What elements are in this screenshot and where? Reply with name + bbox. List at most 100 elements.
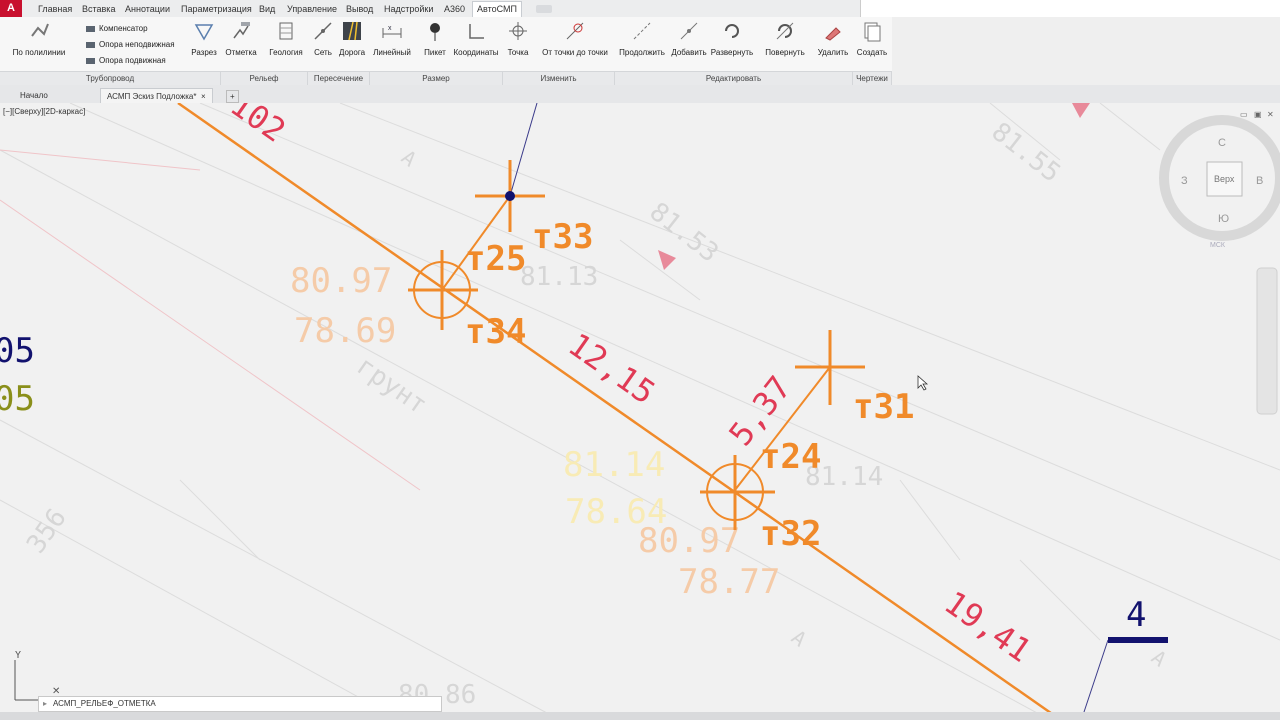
lineyny-label: Линейный (373, 48, 411, 57)
opora-nepodvizhnaya-label: Опора неподвижная (99, 40, 175, 49)
left-label-05-navy: 05 (0, 331, 35, 371)
lineyny-button[interactable]: x Линейный (370, 20, 414, 70)
kompensator-label: Компенсатор (99, 24, 148, 33)
set-label: Сеть (314, 48, 332, 57)
close-tab-icon[interactable]: × (201, 92, 206, 101)
app-logo: A (7, 2, 15, 14)
panel-title-peresechenie: Пересечение (308, 71, 370, 86)
viewcube-s[interactable]: Ю (1218, 213, 1229, 225)
ribbon-tab-insert[interactable]: Вставка (82, 2, 115, 16)
tochka-button[interactable]: Точка (505, 20, 531, 70)
ucs-y-label: Y (15, 650, 21, 661)
opora-podvizhnaya-button[interactable]: Опора подвижная (86, 55, 166, 66)
po-polilinii-button[interactable]: По полилинии (6, 20, 72, 70)
dobavit-label: Добавить (671, 48, 707, 57)
elevation-mark-icon (233, 22, 250, 39)
ribbon-tab-avtosmp[interactable]: АвтоСМП (472, 1, 522, 17)
tochka-label: Точка (507, 48, 529, 57)
viewcube-e[interactable]: В (1256, 175, 1263, 187)
new-tab-button[interactable]: + (226, 90, 239, 103)
viewport-restore-icon[interactable]: ▣ (1254, 110, 1262, 119)
document-tab-bar: Начало АСМП Эскиз Подложка* × + (0, 85, 1280, 104)
ribbon-tab-manage[interactable]: Управление (287, 2, 337, 16)
prodolzhit-button[interactable]: Продолжить (616, 20, 668, 70)
ribbon-tab-parametric[interactable]: Параметризация (181, 2, 252, 16)
opora-podvizhnaya-label: Опора подвижная (99, 56, 166, 65)
reverse-icon (725, 24, 739, 38)
section-icon (194, 24, 214, 41)
panel-title-razmer: Размер (370, 71, 503, 86)
info-center-area (860, 0, 1280, 17)
command-line-text: АСМП_РЕЛЬЕФ_ОТМЕТКА (53, 699, 156, 708)
opora-nepodvizhnaya-button[interactable]: Опора неподвижная (86, 39, 175, 50)
povernut-label: Повернуть (765, 48, 805, 57)
viewport-minimize-icon[interactable]: ▭ (1240, 110, 1248, 119)
elev-7877: 78.77 (678, 562, 780, 602)
otmetka-button[interactable]: Отметка (222, 20, 260, 70)
section-label-4: 4 (1126, 595, 1146, 635)
doc-tab-active[interactable]: АСМП Эскиз Подложка* × (100, 88, 213, 104)
geology-icon (279, 22, 293, 40)
elev-7864: 78.64 (565, 492, 667, 532)
ribbon-tab-home[interactable]: Главная (38, 2, 72, 16)
road-icon (343, 21, 361, 41)
geologiya-button[interactable]: Геология (265, 20, 307, 70)
command-line[interactable]: ▸ АСМП_РЕЛЬЕФ_ОТМЕТКА (38, 696, 442, 712)
viewcube-w[interactable]: З (1181, 175, 1188, 187)
panel-title-truboprovod: Трубопровод (0, 71, 221, 86)
add-segment-icon (680, 22, 698, 40)
doroga-label: Дорога (338, 48, 366, 57)
povernut-button[interactable]: Повернуть (762, 20, 808, 70)
piket-label: Пикет (424, 48, 446, 57)
piket-button[interactable]: Пикет (422, 20, 448, 70)
viewcube-n[interactable]: С (1218, 137, 1226, 149)
viewport-close-icon[interactable]: ✕ (1267, 110, 1274, 119)
doroga-button[interactable]: Дорога (336, 20, 368, 70)
label-m33: т33 (532, 217, 593, 257)
ribbon-tab-view[interactable]: Вид (259, 2, 275, 16)
viewcube-wcs[interactable]: МСК (1210, 242, 1226, 249)
udalit-button[interactable]: Удалить (814, 20, 852, 70)
coordinates-icon (469, 24, 484, 39)
command-prompt-icon: ▸ (43, 699, 48, 708)
geologiya-label: Геология (269, 48, 303, 57)
ribbon-tab-a360[interactable]: А360 (444, 2, 465, 16)
sozdat-button[interactable]: Создать (854, 20, 890, 70)
udalit-label: Удалить (817, 48, 849, 57)
ribbon-tab-bar: A Главная Вставка Аннотации Параметризац… (0, 0, 1280, 18)
koordinaty-button[interactable]: Координаты (450, 20, 502, 70)
point-to-point-icon (566, 22, 584, 40)
kompensator-button[interactable]: Компенсатор (86, 23, 148, 34)
station-icon (430, 23, 440, 41)
ribbon-tab-output[interactable]: Вывод (346, 2, 373, 16)
drawing-canvas[interactable]: 81.55 81.53 81.13 81.14 80.86 грунт 356 … (0, 103, 1280, 720)
ribbon-state-toggle[interactable] (536, 5, 552, 13)
razvernut-button[interactable]: Развернуть (709, 20, 755, 70)
point-icon (509, 22, 527, 40)
command-close-icon[interactable]: ✕ (52, 686, 60, 697)
razrez-label: Разрез (191, 48, 217, 57)
svg-text:x: x (388, 25, 392, 32)
panel-title-redaktirovat: Редактировать (615, 71, 853, 86)
application-menu-button[interactable]: A (0, 0, 22, 17)
doc-tab-active-label: АСМП Эскиз Подложка* (107, 92, 197, 101)
razrez-button[interactable]: Разрез (188, 20, 220, 70)
doc-tab-start[interactable]: Начало (14, 88, 54, 103)
set-button[interactable]: Сеть (311, 20, 335, 70)
ribbon-tab-annotate[interactable]: Аннотации (125, 2, 170, 16)
navigation-bar[interactable] (1256, 267, 1278, 415)
left-label-05-olive: 05 (0, 379, 35, 419)
polyline-pipe-icon (31, 23, 49, 37)
sozdat-label: Создать (856, 48, 888, 57)
dobavit-button[interactable]: Добавить (669, 20, 709, 70)
viewcube-top-label: Верх (1214, 174, 1235, 184)
ot-tochki-label: От точки до точки (542, 48, 608, 57)
label-m32: т32 (760, 514, 821, 554)
ribbon-panel-area: По полилинии Компенсатор Опора неподвижн… (0, 17, 892, 86)
ribbon-tab-addins[interactable]: Надстройки (384, 2, 433, 16)
razvernut-label: Развернуть (710, 48, 754, 57)
elev-8097-a: 80.97 (290, 261, 392, 301)
linear-dimension-icon: x (382, 25, 402, 38)
ot-tochki-do-tochki-button[interactable]: От точки до точки (536, 20, 614, 70)
viewport-controls-label[interactable]: [−][Сверху][2D-каркас] (3, 107, 85, 116)
